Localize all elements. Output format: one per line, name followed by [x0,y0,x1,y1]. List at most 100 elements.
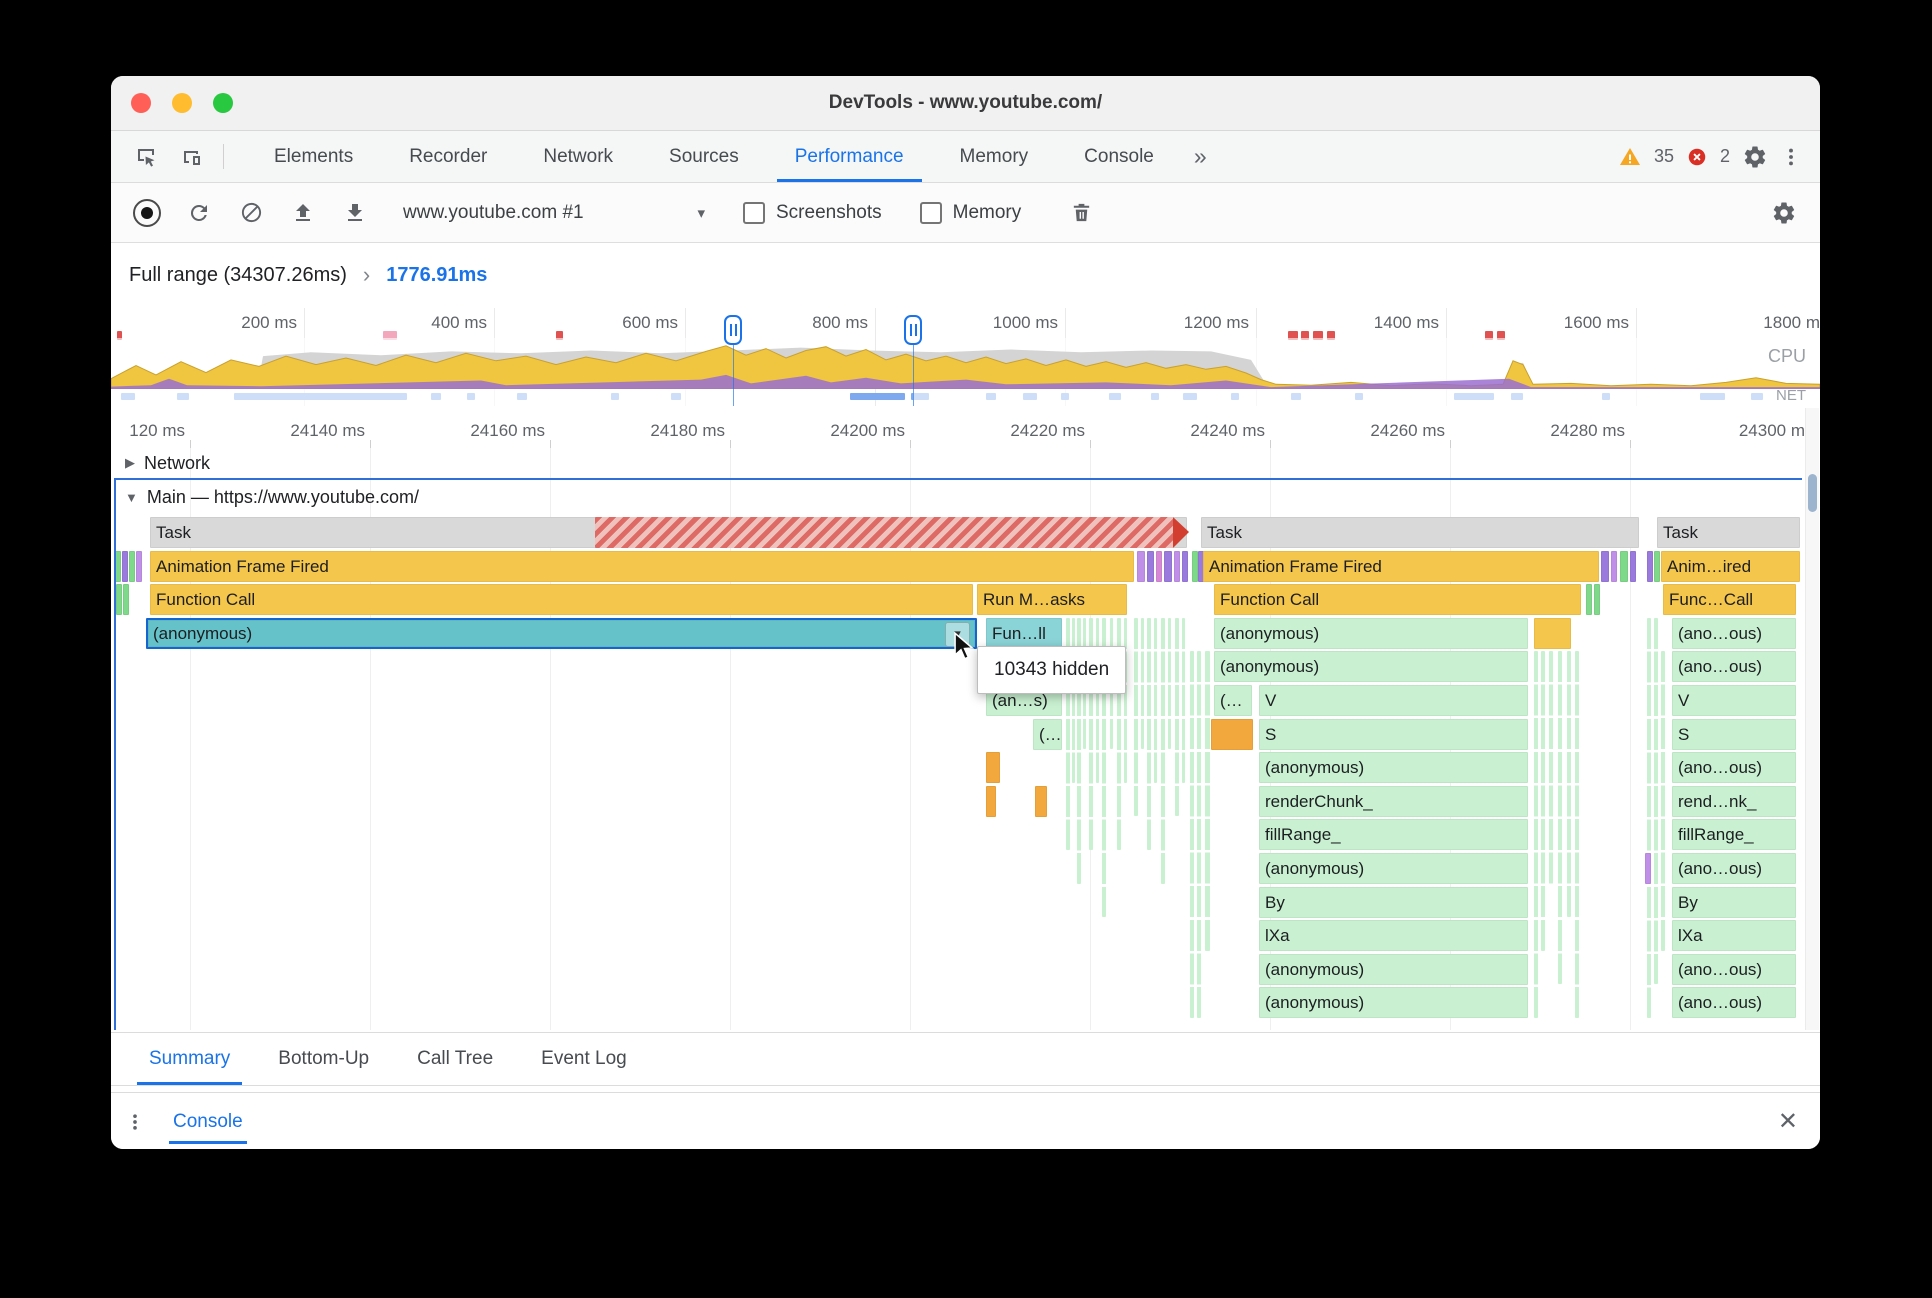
flame-bar[interactable]: renderChunk_ [1259,785,1528,817]
flame-bar-label: Animation Frame Fired [156,556,329,576]
selection-handle-left[interactable] [724,315,742,345]
main-track-header[interactable]: ▼ Main — https://www.youtube.com/ [111,480,1798,514]
detail-tab-call-tree[interactable]: Call Tree [393,1033,517,1085]
flame-bar[interactable]: Func…Call [1663,584,1796,616]
flame-column [1182,617,1185,783]
selection-line [913,344,914,406]
flame-bar[interactable] [1601,550,1609,582]
drawer-close-button[interactable]: ✕ [1778,1107,1798,1136]
flame-bar[interactable] [123,584,129,616]
selection-handle-right[interactable] [904,315,922,345]
flame-bar[interactable]: (ano…ous) [1672,853,1796,884]
flame-bar[interactable]: rend…nk_ [1672,785,1796,817]
flame-bar[interactable]: S [1259,718,1528,750]
flame-bar[interactable]: (ano…ous) [1672,617,1796,649]
flame-bar-label: (ano…ous) [1678,993,1763,1013]
flame-bar[interactable]: (ano…ous) [1672,651,1796,683]
flame-bar-label: (ano…ous) [1678,657,1763,677]
collapse-icon[interactable]: ▼ [125,490,138,505]
flame-bar[interactable]: By [1672,886,1796,918]
flame-bar[interactable] [1594,584,1600,616]
flame-bar[interactable]: fillRange_ [1259,819,1528,851]
flame-bar[interactable]: Task [1201,517,1639,548]
flame-bar[interactable] [1182,550,1188,582]
flame-column [1534,651,1538,1018]
flame-bar[interactable] [1035,785,1047,817]
flame-bar[interactable]: V [1259,685,1528,716]
flame-bar[interactable]: (… [1214,685,1252,716]
flame-bar[interactable] [1156,550,1162,582]
flame-bar[interactable]: fillRange_ [1672,819,1796,851]
flame-bar[interactable]: Animation Frame Fired [1203,550,1599,582]
hidden-entries-tooltip: 10343 hidden [977,646,1127,694]
flame-bar[interactable]: (… [1033,718,1062,750]
flame-bar-label: Run M…asks [983,590,1086,610]
flame-bar[interactable]: Animation Frame Fired [150,550,1134,582]
flame-bar[interactable] [1630,550,1636,582]
detail-tab-event-log[interactable]: Event Log [517,1033,651,1085]
flame-bar[interactable] [1586,584,1592,616]
flame-bar[interactable] [129,550,135,582]
flame-bar[interactable] [1645,853,1651,884]
detail-tabs: Summary Bottom-Up Call Tree Event Log [125,1033,651,1085]
flame-bar-label: (anonymous) [1265,758,1365,778]
flame-bar[interactable]: (anonymous) [1214,617,1528,649]
flame-bar[interactable]: By [1259,886,1528,918]
flame-bar[interactable]: Task [1657,517,1800,548]
flame-bar[interactable]: S [1672,718,1796,750]
flame-bar[interactable] [1534,617,1571,649]
flame-bar[interactable]: V [1672,685,1796,716]
flame-bar[interactable] [986,752,1000,784]
flame-bar[interactable]: (ano…ous) [1672,953,1796,985]
flame-column [1175,617,1179,817]
flame-bar[interactable] [116,584,122,616]
flame-bar[interactable]: Function Call [150,584,973,616]
expand-icon[interactable]: ▶ [125,455,135,471]
drawer-tab-console[interactable]: Console [161,1100,255,1144]
flame-bar[interactable]: lXa [1259,920,1528,952]
flame-bar-label: Function Call [156,590,256,610]
flame-column [1124,617,1127,783]
main-track-label: Main — https://www.youtube.com/ [146,486,419,507]
detail-tab-bottom-up[interactable]: Bottom-Up [254,1033,393,1085]
flame-bar[interactable] [986,785,996,817]
flame-bar[interactable] [1147,550,1154,582]
flame-bar-label: V [1678,691,1690,710]
flame-bar[interactable]: (ano…ous) [1672,752,1796,784]
network-track-header[interactable]: ▶ Network [111,448,1798,478]
flame-bar[interactable] [1174,550,1180,582]
flame-bar[interactable] [595,517,1173,548]
selection-line [733,344,734,406]
flame-bar-label: rend…nk_ [1678,791,1757,811]
flame-bar[interactable]: (anonymous) [1259,752,1528,784]
drawer-menu-button[interactable] [111,1112,159,1132]
flame-bar[interactable]: Function Call [1214,584,1581,616]
flame-bar[interactable] [1173,517,1189,548]
flame-bar[interactable]: (anonymous) [1214,651,1528,683]
flame-bar[interactable] [1137,550,1145,582]
flame-bar[interactable] [1211,718,1253,750]
flame-bar[interactable] [1647,550,1653,582]
flame-column [1134,617,1138,817]
flame-bar[interactable]: Anim…ired [1661,550,1800,582]
flame-bar[interactable]: Fun…ll [986,617,1062,649]
flame-bar[interactable] [122,550,128,582]
detail-tab-summary[interactable]: Summary [125,1033,254,1085]
flame-bar[interactable]: (anonymous) ▾ [146,617,977,649]
flame-bar-label: Anim…ired [1667,556,1752,576]
flame-bar[interactable]: (anonymous) [1259,853,1528,884]
flame-bar[interactable] [1611,550,1617,582]
flame-bar[interactable]: lXa [1672,920,1796,952]
flame-bar-label: (ano…ous) [1678,859,1763,878]
flame-bar[interactable] [1164,550,1172,582]
flame-bar[interactable]: (anonymous) [1259,953,1528,985]
flame-bar[interactable]: Run M…asks [977,584,1127,616]
flame-bar[interactable]: (anonymous) [1259,987,1528,1019]
flame-column [1654,617,1658,985]
flame-bar[interactable] [1654,550,1660,582]
flame-bar[interactable]: (ano…ous) [1672,987,1796,1019]
flame-bar-label: Func…Call [1669,590,1754,610]
flame-bar[interactable] [136,550,142,582]
scrollbar-thumb[interactable] [1808,474,1817,512]
flame-bar[interactable] [1620,550,1628,582]
